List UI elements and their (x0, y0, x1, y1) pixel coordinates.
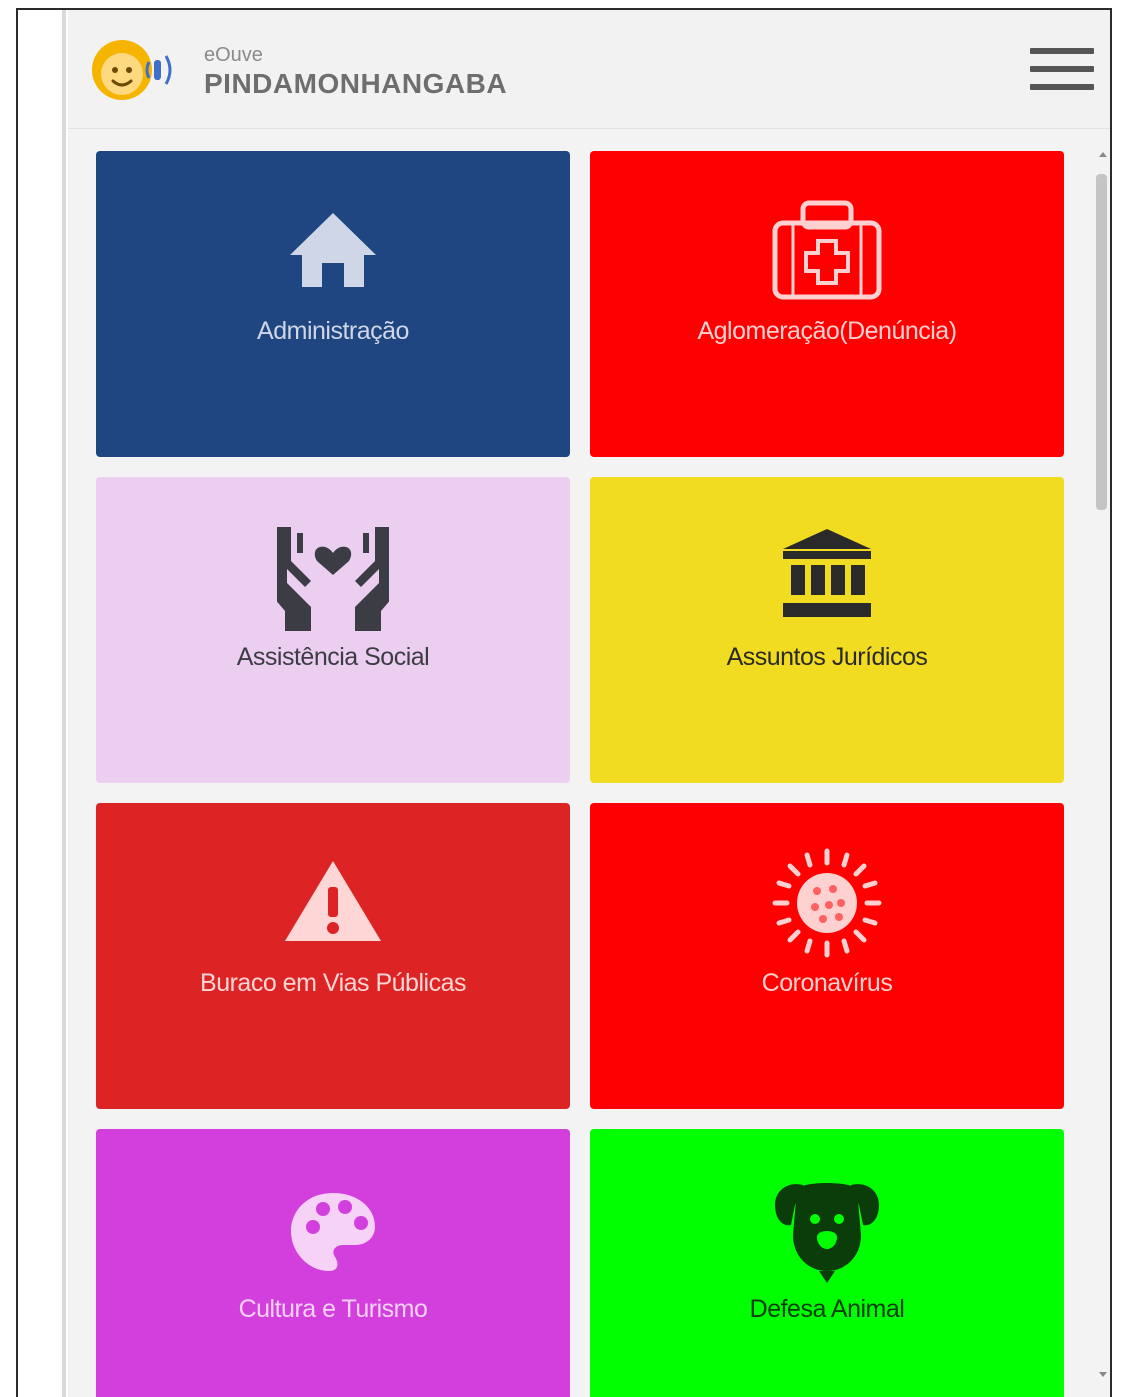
category-tile-assistencia-social[interactable]: Assistência Social (96, 477, 570, 783)
category-tile-administracao[interactable]: Administração (96, 151, 570, 457)
palette-icon (291, 1193, 375, 1271)
first-aid-kit-icon (772, 200, 882, 300)
category-label: Assistência Social (236, 643, 430, 671)
app-name: eOuve (204, 44, 263, 66)
category-label: Coronavírus (761, 969, 893, 997)
category-tile-aglomeracao[interactable]: Aglomeração(Denúncia) (590, 151, 1064, 457)
dog-icon (775, 1183, 879, 1283)
hands-heart-icon (277, 527, 389, 631)
courthouse-icon (783, 529, 871, 617)
hamburger-menu-icon[interactable] (1030, 44, 1096, 96)
category-label: Defesa Animal (749, 1295, 905, 1323)
virus-icon (772, 848, 882, 958)
warning-triangle-icon (285, 861, 381, 941)
vertical-scrollbar[interactable] (1094, 130, 1110, 1397)
app-header: eOuve PINDAMONHANGABA (68, 10, 1110, 129)
category-label: Assuntos Jurídicos (726, 643, 928, 671)
category-tile-coronavirus[interactable]: Coronavírus (590, 803, 1064, 1109)
category-label: Aglomeração(Denúncia) (697, 317, 957, 345)
category-tile-buraco-vias[interactable]: Buraco em Vias Públicas (96, 803, 570, 1109)
category-label: Cultura e Turismo (238, 1295, 428, 1323)
left-divider (62, 10, 66, 1397)
mascot-face-sound-icon[interactable] (88, 34, 180, 106)
scroll-down-arrow-icon[interactable] (1099, 1372, 1107, 1377)
home-icon (290, 213, 376, 287)
city-name: PINDAMONHANGABA (204, 68, 508, 99)
category-tile-assuntos-juridicos[interactable]: Assuntos Jurídicos (590, 477, 1064, 783)
scroll-up-arrow-icon[interactable] (1099, 152, 1107, 157)
category-label: Buraco em Vias Públicas (200, 969, 466, 997)
category-tile-cultura-turismo[interactable]: Cultura e Turismo (96, 1129, 570, 1397)
scrollbar-thumb[interactable] (1096, 174, 1107, 510)
app-frame: eOuve PINDAMONHANGABA Administração Aglo… (16, 8, 1112, 1397)
category-label: Administração (257, 317, 409, 345)
category-tile-defesa-animal[interactable]: Defesa Animal (590, 1129, 1064, 1397)
category-grid: Administração Aglomeração(Denúncia) Assi… (68, 129, 1110, 1397)
